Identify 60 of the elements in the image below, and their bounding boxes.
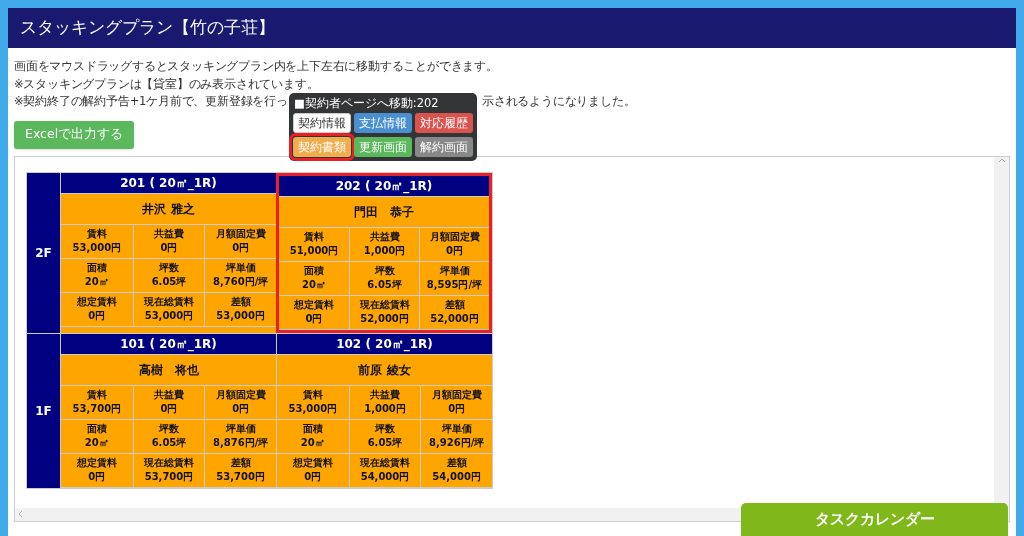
data-cell: 差額 53,000円 [204,292,276,327]
data-cell: 想定賃料 0円 [279,295,349,330]
floor-label: 1F [27,333,60,488]
data-cell: 面積 20㎡ [279,261,349,296]
data-cell: 月額固定費 0円 [419,227,489,262]
data-cell: 面積 20㎡ [61,419,133,454]
data-cell: 月額固定費 0円 [420,385,492,420]
room-header: 202 ( 20㎡_1R) [279,175,489,197]
popup-button[interactable]: 解約画面 [415,137,473,157]
data-cell: 差額 52,000円 [419,295,489,330]
vertical-scrollbar[interactable] [994,156,1009,508]
note-text: ※契約終了の解約予告+1ケ月前で、更新登録を行っ [14,93,284,110]
note-text: 画面をマウスドラッグするとスタッキングプラン内を上下左右に移動することができます。 [14,58,498,75]
data-cell: 現在総賃料 53,700円 [132,453,205,488]
data-cell: 坪単価 8,595円/坪 [419,261,489,296]
task-calendar-button[interactable]: タスクカレンダー [741,503,1008,536]
data-cell: 賃料 51,000円 [279,227,349,262]
note-text: ※スタッキングプランは【貸室】のみ表示されています。 [14,75,319,93]
popup-button[interactable]: 更新画面 [354,137,412,157]
data-cell: 月額固定費 0円 [204,385,276,420]
data-cell: 差額 53,700円 [204,453,276,488]
scroll-left-icon[interactable] [17,510,23,518]
data-cell: 現在総賃料 54,000円 [348,453,421,488]
data-cell: 面積 20㎡ [61,258,133,293]
data-cell: 賃料 53,700円 [61,385,133,420]
tenant-name: 門田 恭子 [279,196,489,228]
data-cell: 共益費 1,000円 [348,385,421,420]
data-cell: 坪単価 8,876円/坪 [204,419,276,454]
data-cell: 現在総賃料 52,000円 [349,295,419,330]
data-cell: 坪単価 8,760円/坪 [204,258,276,293]
data-cell: 賃料 53,000円 [61,224,133,259]
popup-button[interactable]: 支払情報 [354,113,412,133]
data-cell: 面積 20㎡ [277,419,349,454]
data-cell: 賃料 53,000円 [277,385,349,420]
excel-export-button[interactable]: Excelで出力する [14,120,135,149]
floor-label: 2F [27,172,60,333]
popup-button[interactable]: 契約情報 [293,113,351,133]
data-cell: 差額 54,000円 [420,453,492,488]
data-cell: 共益費 0円 [132,385,205,420]
data-cell: 月額固定費 0円 [204,224,276,259]
data-cell: 想定賃料 0円 [277,453,349,488]
data-cell: 現在総賃料 53,000円 [132,292,205,327]
data-cell: 想定賃料 0円 [61,453,133,488]
data-cell: 坪数 6.05坪 [132,258,205,293]
data-cell: 坪数 6.05坪 [349,261,419,296]
room-header: 101 ( 20㎡_1R) [61,333,276,355]
data-cell: 坪数 6.05坪 [348,419,421,454]
note-text: 示されるようになりました。 [482,93,636,110]
data-cell: 想定賃料 0円 [61,292,133,327]
data-cell: 共益費 0円 [132,224,205,259]
room-header: 201 ( 20㎡_1R) [61,172,276,194]
data-cell: 共益費 1,000円 [349,227,419,262]
scroll-up-icon[interactable] [997,156,1006,163]
data-cell: 坪数 6.05坪 [132,419,205,454]
popup-title: ■契約者ページへ移動:202 [293,95,440,111]
room-header: 102 ( 20㎡_1R) [277,333,492,355]
data-cell: 坪単価 8,926円/坪 [420,419,492,454]
popup-button[interactable]: 対応履歴 [415,113,473,133]
page-header: スタッキングプラン【竹の子荘】 [8,8,1016,48]
tenant-name: 前原 綾女 [277,354,492,386]
